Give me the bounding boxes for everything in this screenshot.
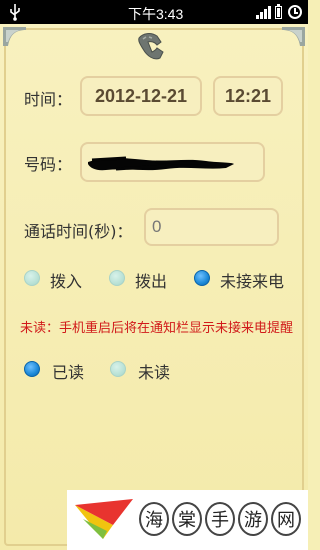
redaction-scribble: [88, 156, 234, 171]
radio-incoming-label[interactable]: 拨入: [50, 268, 82, 292]
radio-unread[interactable]: [110, 361, 126, 377]
radio-unread-label[interactable]: 未读: [138, 359, 170, 383]
radio-incoming[interactable]: [24, 270, 40, 286]
watermark-char: 手: [205, 502, 235, 536]
radio-outgoing[interactable]: [109, 270, 125, 286]
corner-ornament-left-icon: [3, 27, 26, 46]
watermark-char: 海: [139, 502, 169, 536]
watermark-logo-icon: [75, 499, 133, 539]
phone-handset-icon: [138, 33, 164, 60]
watermark-char: 游: [238, 502, 268, 536]
duration-field[interactable]: 0: [144, 208, 279, 246]
status-time: 下午3:43: [128, 6, 184, 22]
time-field[interactable]: 12:21: [213, 76, 283, 116]
radio-missed-label[interactable]: 未接来电: [220, 268, 284, 292]
radio-missed[interactable]: [194, 270, 210, 286]
status-bar: 下午3:43: [0, 0, 308, 24]
battery-icon: [275, 4, 282, 19]
site-watermark: 海 棠 手 游 网: [67, 490, 308, 550]
alarm-clock-icon: [288, 5, 302, 19]
number-label: 号码：: [24, 155, 73, 174]
radio-outgoing-label[interactable]: 拨出: [135, 268, 167, 292]
corner-ornament-right-icon: [282, 27, 305, 46]
unread-notice: 未读：手机重启后将在通知栏显示未接来电提醒: [20, 321, 294, 336]
usb-icon: [10, 4, 20, 21]
radio-read[interactable]: [24, 361, 40, 377]
duration-label: 通话时间(秒)：: [24, 222, 133, 241]
radio-read-label[interactable]: 已读: [52, 359, 84, 383]
watermark-char: 棠: [172, 502, 202, 536]
signal-icon: [256, 6, 271, 19]
date-field[interactable]: 2012-12-21: [80, 76, 202, 116]
time-label: 时间：: [24, 90, 73, 109]
watermark-char: 网: [271, 502, 301, 536]
